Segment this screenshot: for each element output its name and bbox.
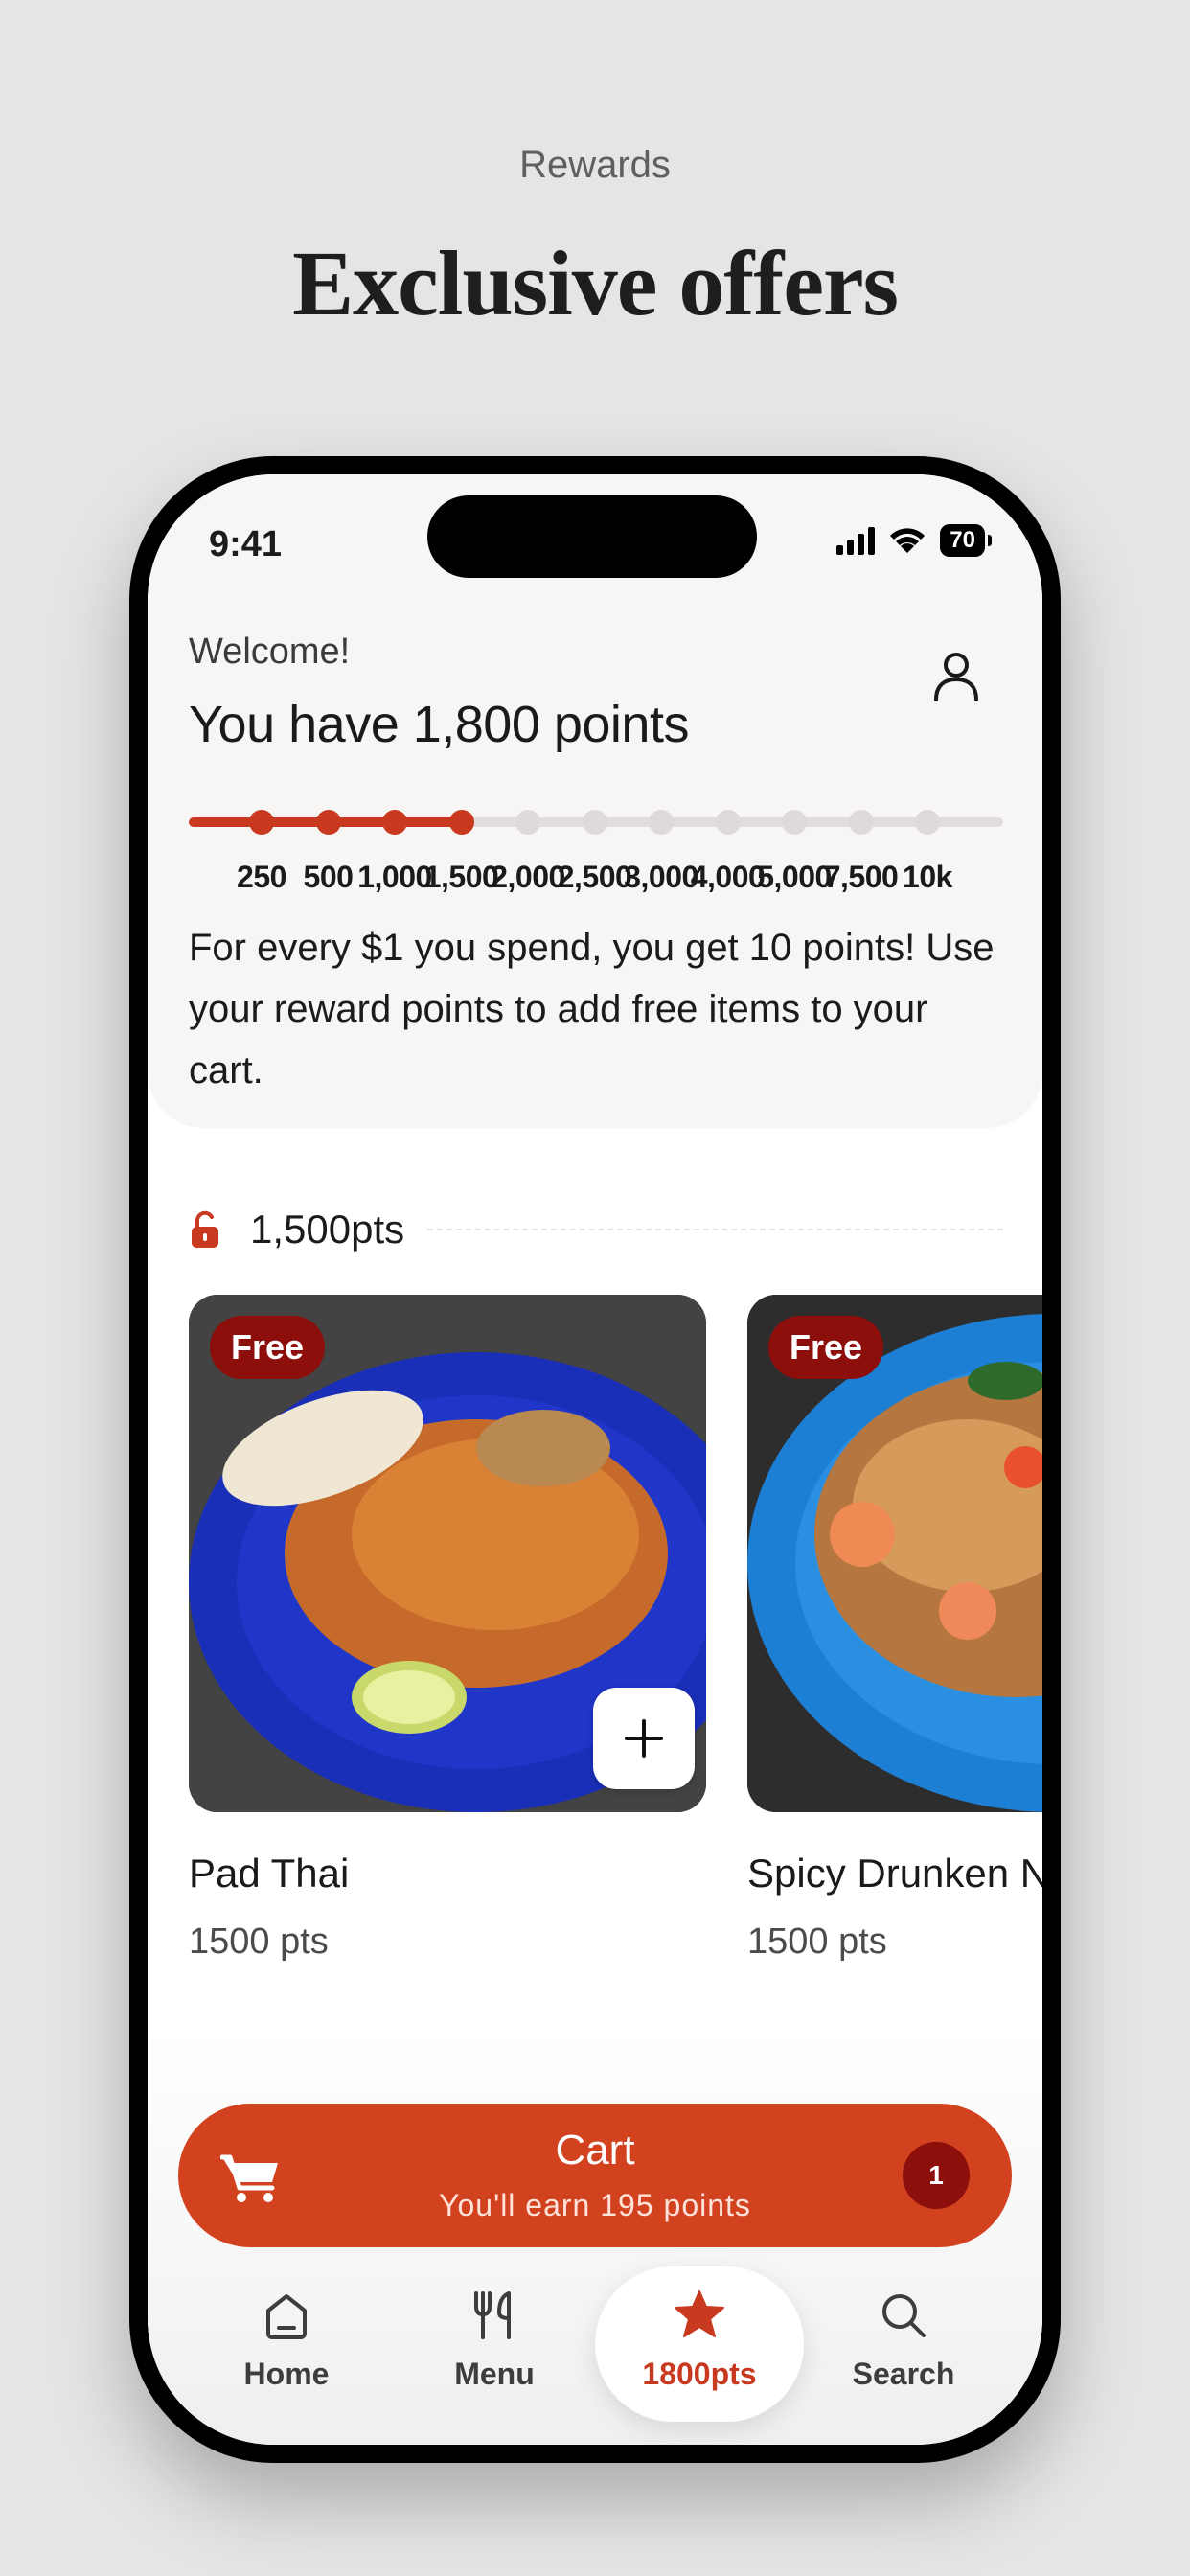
page-kicker: Rewards	[519, 144, 671, 186]
item-points: 1500 pts	[189, 1921, 329, 1962]
tab-label: Menu	[454, 2357, 535, 2391]
tab-menu[interactable]: Menu	[390, 2266, 599, 2422]
milestone-dot	[782, 810, 807, 835]
item-name: Spicy Drunken Noodles	[747, 1851, 1042, 1896]
free-badge: Free	[210, 1316, 326, 1379]
reward-item-card[interactable]: Free Spicy Drunken Noodles 1500 pts	[747, 1295, 1042, 1963]
milestone-dot	[582, 810, 607, 835]
milestone-dot	[715, 810, 741, 835]
dynamic-island	[427, 495, 757, 578]
fork-knife-icon	[474, 2291, 511, 2339]
cart-earn-points: You'll earn 195 points	[439, 2188, 751, 2222]
tab-label: Home	[243, 2357, 330, 2391]
reward-item-card[interactable]: Free Pad Thai 1500 pts	[189, 1295, 706, 1963]
milestone-label: 250	[237, 860, 286, 894]
milestone-label: 4,000	[690, 860, 766, 894]
page-title: Exclusive offers	[292, 232, 899, 334]
tab-search[interactable]: Search	[799, 2266, 1008, 2422]
tab-rewards[interactable]: 1800pts	[595, 2266, 804, 2422]
tier-header: 1,500pts	[189, 1201, 1003, 1258]
phone-screen: 9:41 70 Welcome! You have 1,800 points 2…	[148, 474, 1042, 2445]
status-icons: 70	[836, 524, 992, 557]
wifi-icon	[890, 528, 926, 553]
tab-bar: Home Menu 1800pts Search	[148, 2266, 1042, 2445]
milestone-label: 2,500	[557, 860, 632, 894]
milestone-dot	[249, 810, 274, 835]
phone-frame: 9:41 70 Welcome! You have 1,800 points 2…	[129, 456, 1061, 2463]
item-points: 1500 pts	[747, 1921, 887, 1962]
free-badge: Free	[768, 1316, 884, 1379]
drunken-noodles-image[interactable]: Free	[747, 1295, 1042, 1812]
item-name: Pad Thai	[189, 1851, 350, 1896]
tab-label: Search	[852, 2357, 955, 2391]
milestone-dot	[515, 810, 540, 835]
tab-label: 1800pts	[642, 2357, 757, 2391]
points-balance-title: You have 1,800 points	[189, 696, 689, 753]
milestone-dot	[448, 810, 474, 835]
milestone-label: 10k	[903, 860, 952, 894]
milestone-label: 3,000	[624, 860, 698, 894]
milestone-label: 1,500	[423, 860, 499, 894]
star-icon	[675, 2290, 724, 2337]
cart-count-badge: 1	[903, 2142, 970, 2209]
status-time: 9:41	[209, 524, 283, 564]
points-progress-bar: 250 500 1,000 1,500 2,000 2,500 3,000 4,000 5,00…	[189, 804, 1003, 919]
user-icon[interactable]	[927, 647, 985, 704]
tier-divider	[427, 1229, 1003, 1230]
welcome-text: Welcome!	[189, 632, 351, 672]
milestone-dot	[315, 810, 341, 835]
plus-icon	[625, 1719, 663, 1758]
milestone-dot	[915, 810, 940, 835]
pad-thai-image[interactable]: Free	[189, 1295, 706, 1812]
tab-home[interactable]: Home	[182, 2266, 391, 2422]
search-icon	[882, 2294, 926, 2337]
milestone-label: 5,000	[757, 860, 832, 894]
reward-items-carousel[interactable]: Free Pad Thai 1500 pts Free Spicy Drunke…	[189, 1295, 1042, 1985]
battery-icon: 70	[940, 524, 992, 557]
home-icon	[266, 2294, 307, 2339]
milestone-label: 1,000	[357, 860, 432, 894]
cart-button[interactable]: Cart You'll earn 195 points 1	[178, 2104, 1012, 2247]
milestone-label: 7,500	[823, 860, 899, 894]
cart-title: Cart	[555, 2127, 635, 2174]
milestone-dot	[848, 810, 874, 835]
unlocked-lock-icon	[192, 1210, 218, 1248]
cellular-signal-icon	[836, 526, 876, 555]
tier-label: 1,500pts	[250, 1207, 405, 1252]
milestone-dot	[382, 810, 407, 835]
milestone-label: 500	[303, 860, 354, 894]
add-to-cart-button[interactable]	[593, 1688, 695, 1789]
milestone-dot	[649, 810, 674, 835]
rewards-description: For every $1 you spend, you get 10 point…	[189, 927, 995, 1092]
milestone-label: 2,000	[491, 860, 565, 894]
